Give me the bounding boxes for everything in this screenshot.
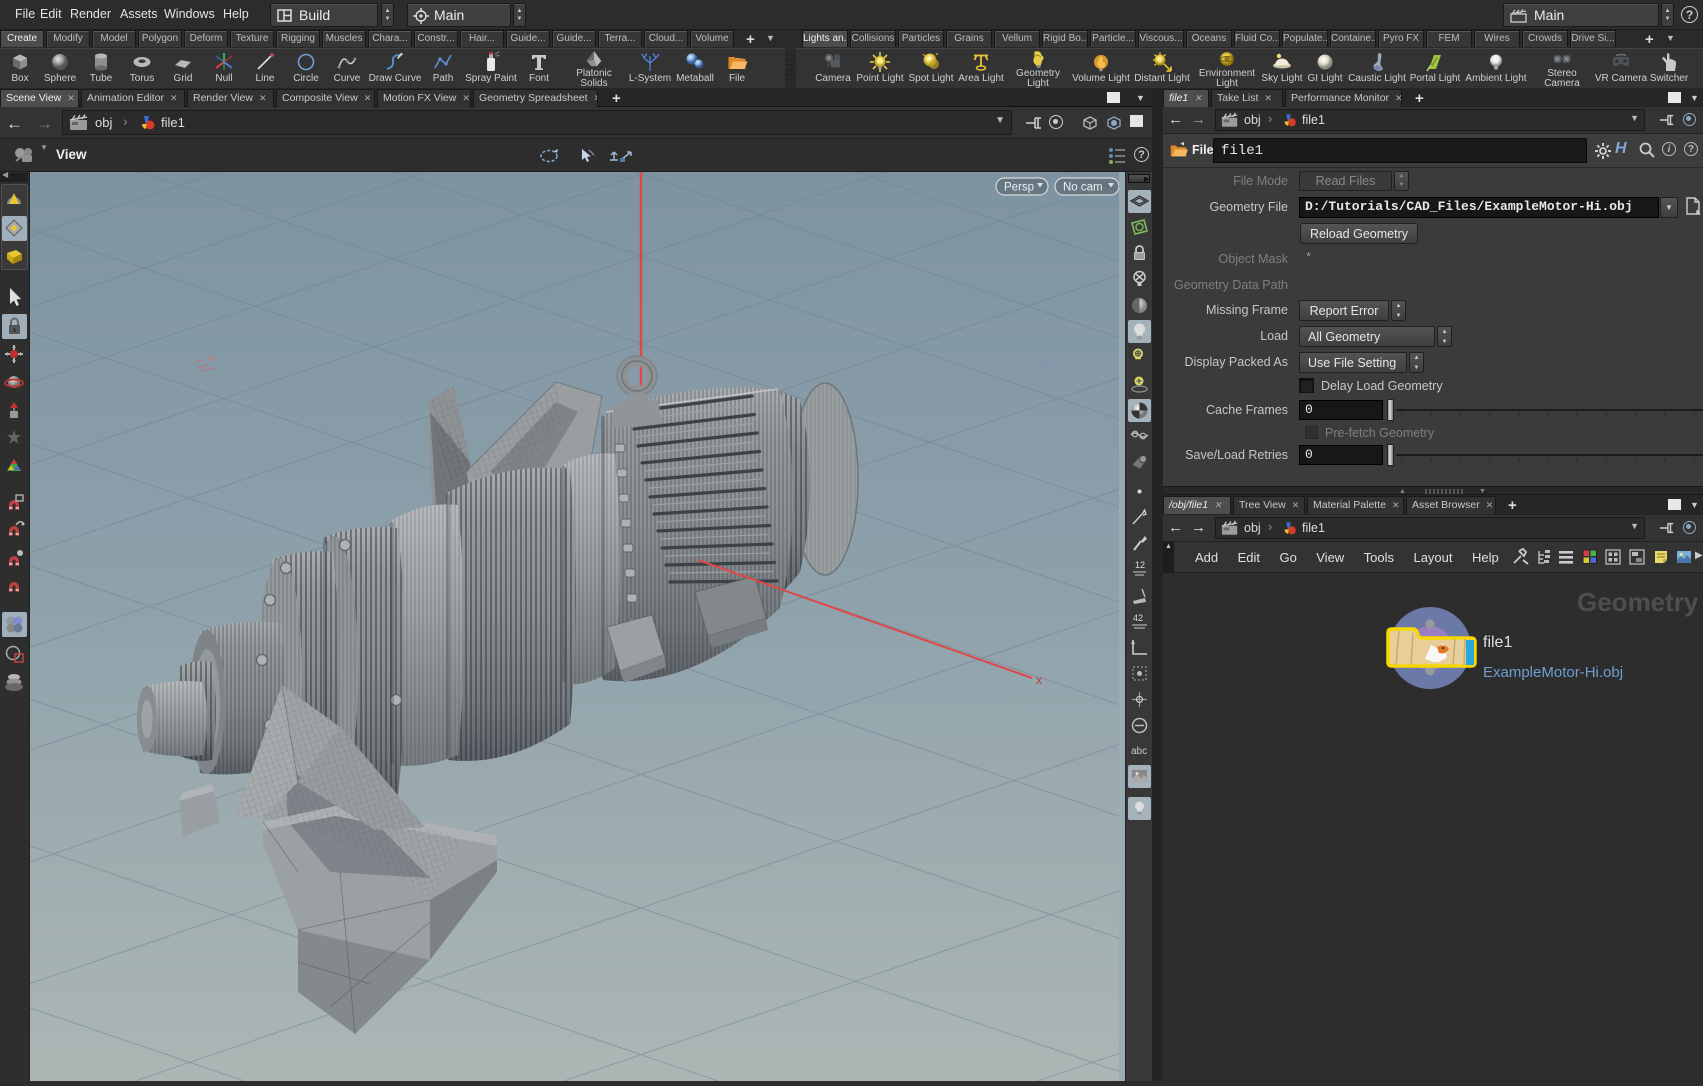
svg-text:x: x [1036, 673, 1042, 687]
svg-text:12: 12 [1135, 560, 1145, 570]
svg-text:No cam: No cam [1063, 182, 1103, 194]
svg-text:42: 42 [1133, 613, 1143, 623]
svg-text:abc: abc [1131, 746, 1147, 757]
svg-text:Persp: Persp [1004, 182, 1034, 194]
